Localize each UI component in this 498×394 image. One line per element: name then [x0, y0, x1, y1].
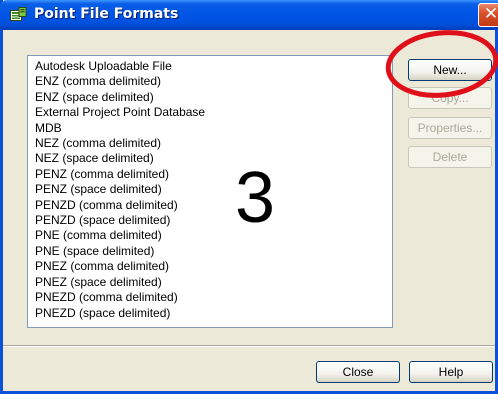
- list-item[interactable]: PNEZ (comma delimited): [35, 259, 392, 274]
- delete-button[interactable]: Delete: [408, 146, 492, 168]
- point-file-formats-icon: [10, 7, 27, 21]
- list-item[interactable]: PNEZD (space delimited): [35, 306, 392, 321]
- list-item[interactable]: PENZD (comma delimited): [35, 198, 392, 213]
- properties-button[interactable]: Properties...: [408, 117, 492, 139]
- list-item[interactable]: PNEZD (comma delimited): [35, 290, 392, 305]
- close-icon[interactable]: ✕: [478, 3, 498, 27]
- list-item[interactable]: NEZ (comma delimited): [35, 136, 392, 151]
- close-button[interactable]: Close: [316, 361, 400, 383]
- window-title: Point File Formats: [34, 6, 179, 22]
- list-item[interactable]: PNE (space delimited): [35, 244, 392, 259]
- list-item[interactable]: Autodesk Uploadable File: [35, 59, 392, 74]
- list-item[interactable]: ENZ (comma delimited): [35, 74, 392, 89]
- list-item[interactable]: PENZ (comma delimited): [35, 167, 392, 182]
- list-item[interactable]: NEZ (space delimited): [35, 151, 392, 166]
- list-item[interactable]: PENZ (space delimited): [35, 182, 392, 197]
- list-item[interactable]: External Project Point Database: [35, 105, 392, 120]
- title-bar[interactable]: Point File Formats ✕: [0, 0, 498, 30]
- list-item[interactable]: PNEZ (space delimited): [35, 275, 392, 290]
- list-item[interactable]: ENZ (space delimited): [35, 90, 392, 105]
- list-item[interactable]: PNE (comma delimited): [35, 228, 392, 243]
- formats-listbox[interactable]: Autodesk Uploadable File ENZ (comma delim…: [27, 55, 393, 328]
- list-item[interactable]: PENZD (space delimited): [35, 213, 392, 228]
- formats-list: Autodesk Uploadable File ENZ (comma delim…: [35, 59, 392, 321]
- help-button[interactable]: Help: [409, 361, 493, 383]
- highlight-ellipse: [385, 30, 498, 98]
- list-item[interactable]: MDB: [35, 121, 392, 136]
- annotation-step-number: 3: [235, 158, 276, 238]
- footer-divider: [3, 345, 495, 347]
